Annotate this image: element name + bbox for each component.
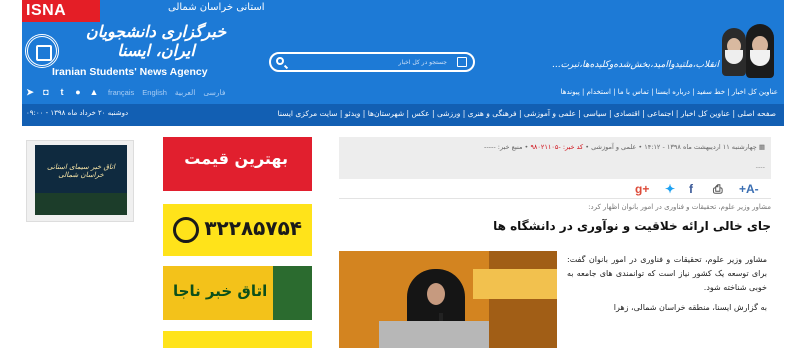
sidebar-banner[interactable]: اتاق خبر سیمای استانی خراسان شمالی	[26, 140, 134, 222]
share-bar: +A- ⎙ f ✦ g+	[339, 179, 771, 199]
search-icon[interactable]	[276, 57, 284, 65]
print-icon[interactable]: ⎙	[713, 182, 723, 197]
site-header: ISNA استانی خراسان شمالی خبرگزاری دانشجو…	[22, 0, 784, 104]
meta-code-label: کد خبر:	[562, 143, 584, 151]
meta-author: ----	[755, 163, 765, 171]
article-paragraph: مشاور وزیر علوم، تحقیقات و فناوری در امو…	[567, 255, 767, 292]
ad-partial[interactable]	[163, 331, 312, 348]
agency-seal-icon[interactable]	[25, 34, 59, 68]
main-nav-items[interactable]: صفحه اصلی | عناوین کل اخبار | اجتماعی | …	[278, 109, 776, 118]
main-nav-bar: دوشنبه ۲۰ خرداد ماه ۱۳۹۸ - ۰۹:۰۰ صفحه اص…	[22, 104, 784, 126]
brand-tag[interactable]: ISNA	[22, 0, 100, 22]
article-meta: ▦ چهارشنبه ۱۱ اردیبهشت ماه ۱۳۹۸ - ۱۴:۱۲ …	[339, 137, 771, 179]
twitter-icon[interactable]: ✦	[665, 182, 675, 196]
ad-naja-text: اتاق خبر ناجا	[173, 282, 268, 300]
android-icon[interactable]: ▲	[88, 86, 100, 98]
leader-quote: انقلاب،ملتیدوا‌امید،بخش‌شده‌وکلیده‌ها،تب…	[552, 60, 719, 70]
meta-category[interactable]: علمی و آموزشی	[591, 143, 636, 151]
logo-persian[interactable]: خبرگزاری دانشجویان ایران، ایسنا	[66, 22, 246, 60]
article-paragraph: به گزارش ایسنا، منطقه خراسان شمالی، زهرا	[613, 303, 767, 312]
top-nav-links[interactable]: عناوین کل اخبار | خط سفید | درباره ایسنا…	[561, 88, 778, 96]
article: ▦ چهارشنبه ۱۱ اردیبهشت ماه ۱۳۹۸ - ۱۴:۱۲ …	[339, 137, 771, 348]
article-body: مشاور وزیر علوم، تحقیقات و فناوری در امو…	[567, 253, 767, 321]
meta-line: ▦ چهارشنبه ۱۱ اردیبهشت ماه ۱۳۹۸ - ۱۴:۱۲ …	[483, 143, 765, 151]
lang-french[interactable]: français	[108, 88, 134, 97]
meta-code: -۹۸۰۲۱۱۰۵	[530, 143, 561, 151]
article-photo	[339, 251, 557, 348]
calendar-icon[interactable]	[457, 57, 467, 67]
search-box[interactable]	[269, 52, 475, 72]
article-kicker: مشاور وزیر علوم، تحقیقات و فناوری در امو…	[588, 203, 771, 211]
google-plus-icon[interactable]: g+	[635, 182, 649, 196]
instagram-icon[interactable]: ◘	[40, 86, 52, 98]
lang-arabic[interactable]: العربیة	[175, 88, 196, 97]
lang-persian[interactable]: فارسی	[203, 88, 225, 97]
banner-caption: اتاق خبر سیمای استانی خراسان شمالی	[47, 163, 115, 179]
ad-best-price[interactable]: بهترین قیمت	[163, 137, 312, 191]
logo-english[interactable]: Iranian Students' News Agency	[52, 66, 208, 78]
article-headline: جای خالی ارائه خلاقیت و نوآوری در دانشگا…	[493, 219, 771, 233]
leaders-portrait	[718, 20, 778, 80]
font-size-icon[interactable]: +A-	[739, 182, 759, 196]
meta-date: چهارشنبه ۱۱ اردیبهشت ماه ۱۳۹۸ - ۱۴:۱۲	[644, 143, 757, 151]
lang-english[interactable]: English	[142, 88, 167, 97]
calendar-icon: ▦	[756, 143, 765, 151]
apple-icon[interactable]: ●	[72, 86, 84, 98]
search-input[interactable]	[289, 55, 447, 69]
ad-phone-number: ۳۲۲۸۵۷۵۴	[204, 216, 302, 240]
current-date: دوشنبه ۲۰ خرداد ماه ۱۳۹۸ - ۰۹:۰۰	[26, 109, 129, 117]
twitter-icon[interactable]: t	[56, 86, 68, 98]
telegram-icon[interactable]: ➤	[24, 86, 36, 98]
banner-image: اتاق خبر سیمای استانی خراسان شمالی	[35, 145, 127, 215]
ad-naja-newsroom[interactable]: اتاق خبر ناجا	[163, 266, 312, 320]
region-label: استانی خراسان شمالی	[168, 2, 265, 13]
ad-best-price-text: بهترین قیمت	[184, 149, 288, 168]
facebook-icon[interactable]: f	[689, 182, 693, 196]
meta-source: منبع خبر: -----	[483, 143, 523, 151]
phone-icon	[173, 217, 199, 243]
ad-phone[interactable]: ۳۲۲۸۵۷۵۴	[163, 204, 312, 256]
social-lang-row: ➤ ◘ t ● ▲ français English العربیة فارسی	[22, 84, 462, 100]
